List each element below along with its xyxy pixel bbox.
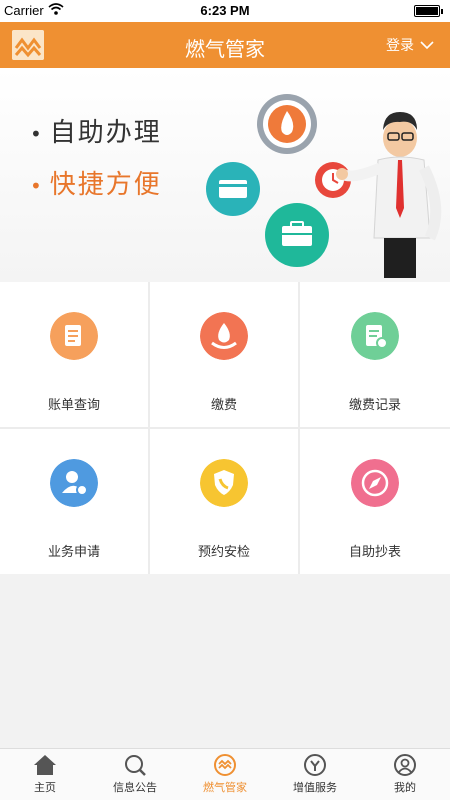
service-payment-record[interactable]: 缴费记录: [300, 282, 450, 427]
shield-phone-icon: [200, 459, 248, 507]
service-self-meter-reading[interactable]: 自助抄表: [300, 429, 450, 574]
service-label: 缴费: [210, 398, 237, 413]
service-grid: 账单查询 缴费 缴费记录 业务申请 预约安检 自助抄表: [0, 282, 450, 574]
user-application-icon: [50, 459, 98, 507]
tab-label: 我的: [394, 781, 416, 794]
login-button[interactable]: 登录: [386, 35, 434, 55]
clock: 6:23 PM: [200, 3, 250, 18]
record-icon: [351, 312, 399, 360]
service-business-application[interactable]: 业务申请: [0, 429, 148, 574]
status-bar: Carrier 6:23 PM: [0, 0, 450, 22]
compass-icon: [351, 459, 399, 507]
tab-value-added[interactable]: 增值服务: [270, 749, 360, 800]
nav-bar: 燃气管家 登录: [0, 22, 450, 68]
service-label: 缴费记录: [348, 398, 401, 413]
promo-banner[interactable]: • 自助办理 • 快捷方便: [0, 68, 450, 282]
gas-butler-icon: [214, 754, 236, 776]
service-bill-query[interactable]: 账单查询: [0, 282, 148, 427]
battery-icon: [414, 5, 443, 17]
search-icon: [125, 755, 146, 776]
service-safety-appointment[interactable]: 预约安检: [150, 429, 298, 574]
briefcase-icon: [265, 203, 329, 267]
service-label: 账单查询: [47, 398, 100, 413]
bill-icon: [50, 312, 98, 360]
tab-mine[interactable]: 我的: [360, 749, 450, 800]
service-label: 自助抄表: [348, 545, 401, 560]
user-icon: [394, 754, 416, 776]
banner-illustration: [206, 94, 442, 278]
tab-gas-butler[interactable]: 燃气管家: [180, 749, 270, 800]
presenter-figure: [336, 112, 442, 278]
tab-label: 信息公告: [113, 781, 157, 794]
chevron-down-icon: [420, 41, 434, 50]
service-payment[interactable]: 缴费: [150, 282, 298, 427]
tab-label: 燃气管家: [203, 781, 247, 794]
service-label: 预约安检: [197, 545, 250, 560]
login-label: 登录: [386, 38, 414, 54]
tab-home[interactable]: 主页: [0, 749, 90, 800]
card-icon: [206, 162, 260, 216]
value-added-icon: [304, 754, 326, 776]
tab-label: 主页: [34, 781, 56, 794]
home-icon: [34, 755, 56, 775]
tab-label: 增值服务: [293, 781, 337, 794]
gear-flame-icon: [257, 94, 317, 154]
page-title: 燃气管家: [185, 37, 265, 61]
bottom-tab-bar: 主页 信息公告 燃气管家 增值服务 我的: [0, 748, 450, 800]
flame-payment-icon: [200, 312, 248, 360]
tab-announcements[interactable]: 信息公告: [90, 749, 180, 800]
service-label: 业务申请: [47, 545, 100, 560]
